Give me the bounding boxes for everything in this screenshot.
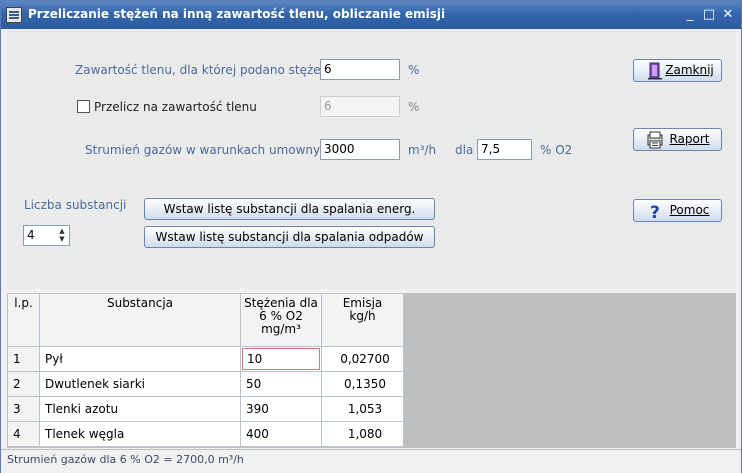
substance-grid: l.p. Substancja Stężenia dla 6 % O2 mg/m… xyxy=(7,293,736,448)
row-lp: 4 xyxy=(7,421,40,447)
insert-energy-label: Wstaw listę substancji dla spalania ener… xyxy=(163,202,416,216)
help-button[interactable]: ? Pomoc xyxy=(633,199,722,222)
recalc-label[interactable]: Przelicz na zawartość tlenu xyxy=(94,100,257,114)
minimize-button[interactable]: _ xyxy=(681,6,699,24)
flow-input[interactable]: 3000 xyxy=(320,139,400,160)
table-row[interactable]: 3 Tlenki azotu 390 1,053 xyxy=(7,396,404,422)
flow-label: Strumień gazów w warunkach umownych xyxy=(85,143,335,157)
close-button-label: Zamknij xyxy=(665,63,714,77)
row-emission: 0,1350 xyxy=(321,371,404,397)
flow-o2-input[interactable]: 7,5 xyxy=(477,139,532,160)
insert-waste-list-button[interactable]: Wstaw listę substancji dla spalania odpa… xyxy=(144,226,435,248)
row-emission: 1,053 xyxy=(321,396,404,422)
insert-waste-label: Wstaw listę substancji dla spalania odpa… xyxy=(155,230,424,244)
table-header-row: l.p. Substancja Stężenia dla 6 % O2 mg/m… xyxy=(7,293,404,347)
status-text: Strumień gazów dla 6 % O2 = 2700,0 m³/h xyxy=(7,453,244,466)
row-concentration[interactable]: 50 xyxy=(240,371,322,397)
row-concentration[interactable]: 390 xyxy=(240,396,322,422)
help-button-label: Pomoc xyxy=(669,203,710,217)
row-emission: 1,080 xyxy=(321,421,404,447)
report-button-label: Raport xyxy=(669,132,710,146)
spin-up-icon[interactable]: ▲ xyxy=(56,227,68,235)
row-concentration-editing[interactable]: 10 xyxy=(240,346,322,372)
recalc-checkbox[interactable] xyxy=(77,100,90,113)
recalc-oxygen-input[interactable]: 6 xyxy=(320,96,400,117)
count-value: 4 xyxy=(27,228,35,242)
oxygen-label: Zawartość tlenu, dla której podano stęże… xyxy=(75,63,339,77)
row-substance[interactable]: Tlenek węgla xyxy=(39,421,241,447)
header-concentration[interactable]: Stężenia dla 6 % O2 mg/m³ xyxy=(240,293,322,347)
row-substance[interactable]: Pył xyxy=(39,346,241,372)
table-row[interactable]: 4 Tlenek węgla 400 1,080 xyxy=(7,421,404,447)
spinner-arrows[interactable]: ▲ ▼ xyxy=(56,227,68,244)
row-concentration[interactable]: 400 xyxy=(240,421,322,447)
app-icon[interactable] xyxy=(6,7,22,23)
flow-unit: m³/h xyxy=(408,143,437,157)
table-row[interactable]: 1 Pył 10 0,02700 xyxy=(7,346,404,372)
oxygen-input[interactable]: 6 xyxy=(320,59,400,80)
oxygen-unit: % xyxy=(408,63,420,77)
row-lp: 2 xyxy=(7,371,40,397)
row-lp: 1 xyxy=(7,346,40,372)
status-bar: Strumień gazów dla 6 % O2 = 2700,0 m³/h xyxy=(1,449,741,473)
report-button[interactable]: Raport xyxy=(633,128,722,151)
row-lp: 3 xyxy=(7,396,40,422)
header-emission-line2: kg/h xyxy=(349,309,376,323)
row-emission: 0,02700 xyxy=(321,346,404,372)
row-substance[interactable]: Tlenki azotu xyxy=(39,396,241,422)
table-row[interactable]: 2 Dwutlenek siarki 50 0,1350 xyxy=(7,371,404,397)
close-button[interactable]: Zamknij xyxy=(633,59,722,82)
main-window: Przeliczanie stężeń na inną zawartość tl… xyxy=(0,0,742,473)
header-substance[interactable]: Substancja xyxy=(39,293,241,347)
window-title: Przeliczanie stężeń na inną zawartość tl… xyxy=(28,7,446,21)
close-window-button[interactable]: ✕ xyxy=(719,6,737,24)
header-lp[interactable]: l.p. xyxy=(7,293,40,347)
row-substance[interactable]: Dwutlenek siarki xyxy=(39,371,241,397)
form-panel: Zawartość tlenu, dla której podano stęże… xyxy=(7,29,736,289)
header-conc-line3: mg/m³ xyxy=(261,322,301,336)
recalc-unit: % xyxy=(408,100,420,114)
count-spinner[interactable]: 4 ▲ ▼ xyxy=(23,225,70,246)
flow-for-label: dla xyxy=(455,143,474,157)
title-bar[interactable]: Przeliczanie stężeń na inną zawartość tl… xyxy=(1,1,741,29)
substance-table: l.p. Substancja Stężenia dla 6 % O2 mg/m… xyxy=(7,293,404,447)
spin-down-icon[interactable]: ▼ xyxy=(56,235,68,243)
header-emission[interactable]: Emisja kg/h xyxy=(321,293,404,347)
concentration-edit-input[interactable]: 10 xyxy=(242,348,320,370)
svg-text:?: ? xyxy=(650,203,660,220)
maximize-button[interactable]: □ xyxy=(700,6,718,24)
flow-o2-unit: % O2 xyxy=(540,143,573,157)
insert-energy-list-button[interactable]: Wstaw listę substancji dla spalania ener… xyxy=(144,198,435,220)
count-label: Liczba substancji xyxy=(24,198,127,212)
